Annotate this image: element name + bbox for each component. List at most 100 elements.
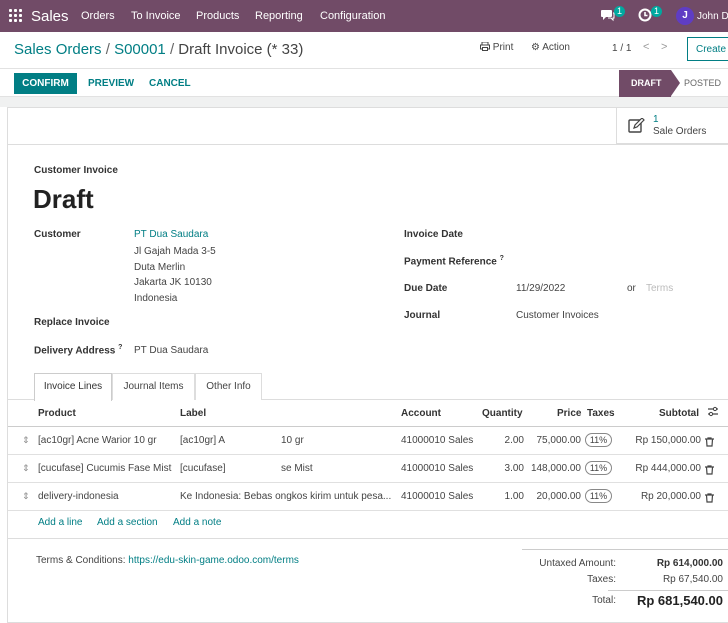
- column-settings-icon[interactable]: [707, 406, 719, 420]
- table-row[interactable]: ⇕ [ac10gr] Acne Warior 10 gr [ac10gr] A …: [8, 427, 728, 455]
- payment-terms-field[interactable]: Terms: [646, 283, 673, 294]
- add-note-link[interactable]: Add a note: [173, 517, 221, 528]
- pager-next-icon[interactable]: >: [661, 41, 667, 53]
- breadcrumb: Sales Orders / S00001 / Draft Invoice (*…: [14, 41, 304, 58]
- column-subtotal[interactable]: Subtotal: [659, 408, 699, 419]
- confirm-button[interactable]: CONFIRM: [14, 73, 77, 94]
- menu-orders[interactable]: Orders: [81, 10, 115, 22]
- form-background: [0, 97, 728, 107]
- invoice-sheet: 1 Sale Orders Customer Invoice Draft Cus…: [7, 107, 728, 623]
- status-posted[interactable]: POSTED: [684, 78, 721, 88]
- top-navbar: Sales Orders To Invoice Products Reporti…: [0, 0, 728, 32]
- print-icon: [480, 41, 490, 51]
- row-label[interactable]: [cucufase]: [180, 463, 225, 474]
- gear-icon: ⚙: [531, 42, 540, 53]
- messages-badge: 1: [614, 6, 626, 17]
- menu-products[interactable]: Products: [196, 10, 239, 22]
- user-name[interactable]: John D: [697, 11, 728, 22]
- row-product[interactable]: delivery-indonesia: [38, 491, 173, 502]
- terms-label: Terms & Conditions:: [36, 555, 126, 566]
- row-price[interactable]: 148,000.00: [528, 463, 581, 474]
- page-title: Draft: [33, 184, 94, 214]
- breadcrumb-sales-orders[interactable]: Sales Orders: [14, 41, 102, 58]
- action-button[interactable]: ⚙ Action: [531, 42, 570, 53]
- trash-icon[interactable]: [705, 434, 714, 452]
- or-text: or: [627, 283, 636, 294]
- divider: [8, 538, 728, 539]
- row-price[interactable]: 75,000.00: [528, 435, 582, 446]
- activities-icon[interactable]: [638, 8, 652, 27]
- row-subtotal: Rp 150,000.00: [635, 435, 701, 446]
- replace-invoice-label: Replace Invoice: [34, 317, 110, 328]
- sale-orders-count: 1: [653, 114, 659, 125]
- row-account[interactable]: 41000010 Sales: [401, 491, 473, 502]
- add-line-link[interactable]: Add a line: [38, 517, 82, 528]
- drag-handle-icon[interactable]: ⇕: [22, 491, 30, 502]
- table-row[interactable]: ⇕ delivery-indonesia Ke Indonesia: Bebas…: [8, 483, 728, 511]
- trash-icon[interactable]: [705, 490, 714, 508]
- divider: [522, 549, 728, 550]
- sale-orders-smart-button[interactable]: 1 Sale Orders: [616, 108, 728, 144]
- column-account[interactable]: Account: [401, 408, 441, 419]
- customer-address-line: Jakarta JK 10130: [134, 277, 212, 288]
- untaxed-amount-value: Rp 614,000.00: [656, 558, 723, 569]
- journal-field[interactable]: Customer Invoices: [516, 310, 599, 321]
- tax-tag[interactable]: 11%: [585, 461, 612, 475]
- column-taxes[interactable]: Taxes: [587, 408, 615, 419]
- row-label[interactable]: Ke Indonesia: Bebas ongkos kirim untuk p…: [180, 491, 396, 502]
- row-quantity[interactable]: 1.00: [478, 491, 524, 502]
- customer-address-line: Jl Gajah Mada 3-5: [134, 246, 216, 257]
- row-quantity[interactable]: 2.00: [478, 435, 524, 446]
- invoice-date-label: Invoice Date: [404, 229, 463, 240]
- pager-previous-icon[interactable]: <: [643, 41, 649, 53]
- avatar[interactable]: J: [676, 7, 694, 25]
- terms-link[interactable]: https://edu-skin-game.odoo.com/terms: [128, 555, 299, 566]
- terms-and-conditions: Terms & Conditions: https://edu-skin-gam…: [36, 555, 299, 566]
- menu-to-invoice[interactable]: To Invoice: [131, 10, 181, 22]
- column-quantity[interactable]: Quantity: [482, 408, 523, 419]
- action-label: Action: [542, 42, 570, 53]
- tax-tag[interactable]: 11%: [585, 433, 612, 447]
- create-button[interactable]: Create: [687, 37, 728, 61]
- delivery-address-field[interactable]: PT Dua Saudara: [134, 345, 208, 356]
- apps-menu-icon[interactable]: [9, 9, 22, 22]
- row-subtotal: Rp 444,000.00: [635, 463, 701, 474]
- drag-handle-icon[interactable]: ⇕: [22, 463, 30, 474]
- add-section-link[interactable]: Add a section: [97, 517, 158, 528]
- customer-address-line: Indonesia: [134, 293, 178, 304]
- print-button[interactable]: Print: [480, 41, 514, 53]
- tax-tag[interactable]: 11%: [585, 489, 612, 503]
- tab-other-info[interactable]: Other Info: [195, 373, 262, 400]
- row-label[interactable]: [ac10gr] A: [180, 435, 225, 446]
- cancel-button[interactable]: CANCEL: [149, 78, 191, 89]
- app-name[interactable]: Sales: [31, 8, 69, 25]
- status-draft[interactable]: DRAFT: [619, 70, 680, 97]
- column-price[interactable]: Price: [557, 408, 581, 419]
- due-date-field[interactable]: 11/29/2022: [516, 283, 565, 294]
- tab-journal-items[interactable]: Journal Items: [112, 373, 195, 400]
- customer-field[interactable]: PT Dua Saudara: [134, 229, 208, 240]
- preview-button[interactable]: PREVIEW: [88, 78, 134, 89]
- row-account[interactable]: 41000010 Sales: [401, 463, 473, 474]
- menu-reporting[interactable]: Reporting: [255, 10, 303, 22]
- row-price[interactable]: 20,000.00: [528, 491, 582, 502]
- pager-value[interactable]: 1 / 1: [612, 43, 631, 54]
- help-tooltip-icon[interactable]: ?: [500, 255, 504, 262]
- row-product[interactable]: [cucufase] Cucumis Fase Mist: [38, 463, 176, 474]
- help-tooltip-icon[interactable]: ?: [118, 344, 122, 351]
- row-quantity[interactable]: 3.00: [478, 463, 524, 474]
- drag-handle-icon[interactable]: ⇕: [22, 435, 30, 446]
- divider: [8, 144, 728, 145]
- tab-invoice-lines[interactable]: Invoice Lines: [34, 373, 112, 401]
- table-row[interactable]: ⇕ [cucufase] Cucumis Fase Mist [cucufase…: [8, 455, 728, 483]
- row-account[interactable]: 41000010 Sales: [401, 435, 473, 446]
- row-product[interactable]: [ac10gr] Acne Warior 10 gr: [38, 435, 173, 446]
- breadcrumb-order[interactable]: S00001: [114, 41, 166, 58]
- print-label: Print: [492, 42, 514, 53]
- trash-icon[interactable]: [705, 462, 714, 480]
- messages-icon[interactable]: [600, 8, 615, 27]
- column-product[interactable]: Product: [38, 408, 76, 419]
- column-label[interactable]: Label: [180, 408, 206, 419]
- taxes-value: Rp 67,540.00: [662, 574, 723, 585]
- menu-configuration[interactable]: Configuration: [320, 10, 385, 22]
